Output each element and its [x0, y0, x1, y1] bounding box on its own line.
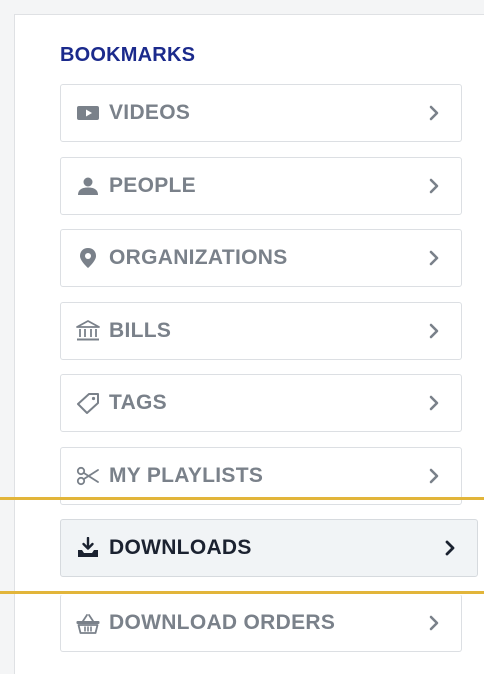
- chevron-right-icon: [445, 540, 455, 556]
- bookmark-item-label: MY PLAYLISTS: [109, 464, 264, 487]
- basket-icon: [75, 612, 101, 634]
- capitol-building-icon: [75, 320, 101, 342]
- chevron-right-icon: [429, 250, 439, 266]
- chevron-right-icon: [429, 468, 439, 484]
- bookmark-item-label: ORGANIZATIONS: [109, 246, 288, 269]
- chevron-right-icon: [429, 178, 439, 194]
- download-tray-icon: [75, 537, 101, 559]
- bookmark-item-bills[interactable]: BILLS: [60, 302, 462, 360]
- section-title: BOOKMARKS: [60, 44, 196, 66]
- video-icon: [75, 102, 101, 124]
- bookmark-item-label: TAGS: [109, 391, 167, 414]
- chevron-right-icon: [429, 615, 439, 631]
- person-icon: [75, 175, 101, 197]
- location-pin-icon: [75, 247, 101, 269]
- tag-icon: [75, 392, 101, 414]
- chevron-right-icon: [429, 323, 439, 339]
- bookmark-item-tags[interactable]: TAGS: [60, 374, 462, 432]
- bookmark-item-label: DOWNLOAD ORDERS: [109, 611, 336, 634]
- active-highlight-top-line: [0, 497, 484, 500]
- bookmark-item-organizations[interactable]: ORGANIZATIONS: [60, 229, 462, 287]
- chevron-right-icon: [429, 105, 439, 121]
- bookmark-item-videos[interactable]: VIDEOS: [60, 84, 462, 142]
- bookmark-item-download-orders[interactable]: DOWNLOAD ORDERS: [60, 594, 462, 652]
- scissors-icon: [75, 465, 101, 487]
- bookmark-item-downloads[interactable]: DOWNLOADS: [60, 519, 478, 577]
- bookmark-item-people[interactable]: PEOPLE: [60, 157, 462, 215]
- bookmark-item-label: BILLS: [109, 319, 172, 342]
- chevron-right-icon: [429, 395, 439, 411]
- bookmark-item-label: VIDEOS: [109, 101, 191, 124]
- bookmark-item-label: PEOPLE: [109, 174, 196, 197]
- bookmark-item-label: DOWNLOADS: [109, 536, 252, 559]
